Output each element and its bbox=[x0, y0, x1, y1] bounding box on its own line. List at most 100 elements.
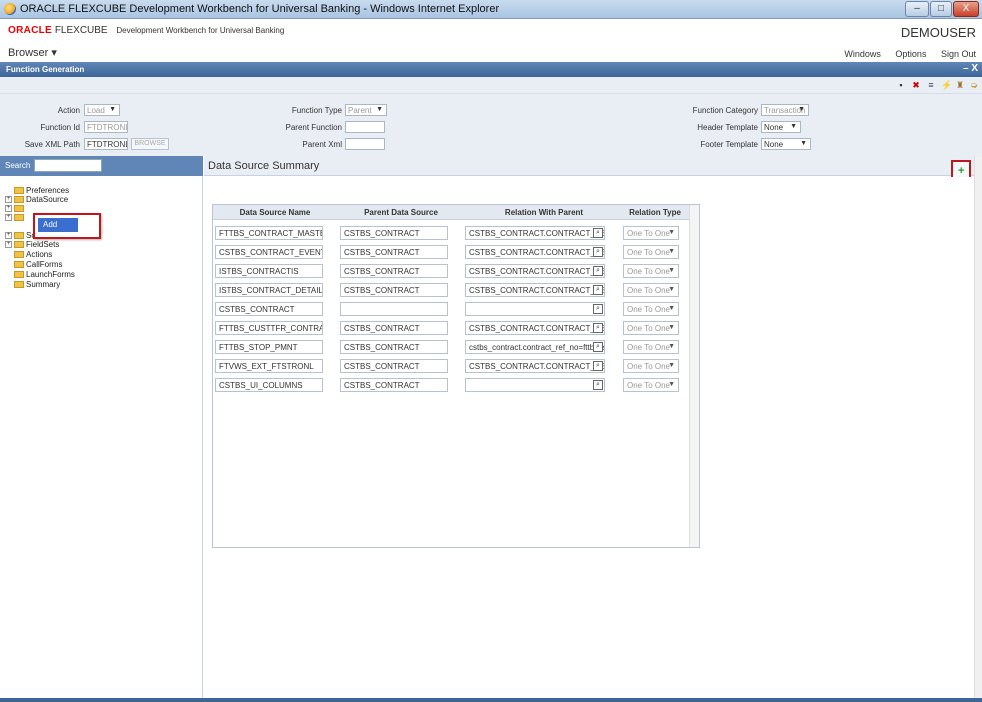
footer-template-select[interactable]: None ▼ bbox=[761, 138, 811, 150]
relation-with-parent-field[interactable]: CSTBS_CONTRACT.CONTRACT_REF_NO=⌕ bbox=[465, 226, 605, 240]
list-icon[interactable]: ≡ bbox=[926, 80, 936, 90]
app-header: ORACLE FLEXCUBE Development Workbench fo… bbox=[0, 19, 982, 62]
relation-type-select[interactable]: One To One ▼ bbox=[623, 245, 679, 259]
relation-type-select[interactable]: One To One ▼ bbox=[623, 321, 679, 335]
lookup-icon[interactable]: ⌕ bbox=[593, 380, 603, 390]
relation-type-select[interactable]: One To One ▼ bbox=[623, 378, 679, 392]
tree-node-list-of-values[interactable]: + bbox=[5, 204, 26, 213]
lookup-icon[interactable]: ⌕ bbox=[593, 342, 603, 352]
lookup-icon[interactable]: ⌕ bbox=[593, 247, 603, 257]
data-source-name-field[interactable]: FTVWS_EXT_FTSTRONL bbox=[215, 359, 323, 373]
relation-with-parent-field[interactable]: CSTBS_CONTRACT.CONTRACT_REF_NO=⌕ bbox=[465, 264, 605, 278]
relation-type-select[interactable]: One To One ▼ bbox=[623, 226, 679, 240]
relation-with-parent-field[interactable]: ⌕ bbox=[465, 302, 605, 316]
col-data-source-name[interactable]: Data Source Name bbox=[213, 208, 337, 217]
parent-data-source-field[interactable]: CSTBS_CONTRACT bbox=[340, 245, 448, 259]
browse-button[interactable]: BROWSE bbox=[131, 138, 169, 150]
data-source-name-field[interactable]: CSTBS_CONTRACT bbox=[215, 302, 323, 316]
col-relation-with-parent[interactable]: Relation With Parent bbox=[465, 208, 623, 217]
function-type-select[interactable]: Parent ▼ bbox=[345, 104, 387, 116]
data-source-name-field[interactable]: FTTBS_CUSTTFR_CONTRACT_DTL bbox=[215, 321, 323, 335]
save-icon[interactable]: ▪ bbox=[896, 80, 906, 90]
parent-data-source-field[interactable]: CSTBS_CONTRACT bbox=[340, 283, 448, 297]
parent-function-field[interactable] bbox=[345, 121, 385, 133]
parent-data-source-field[interactable]: CSTBS_CONTRACT bbox=[340, 321, 448, 335]
header-template-select[interactable]: None ▼ bbox=[761, 121, 801, 133]
context-menu-add[interactable]: Add bbox=[38, 218, 78, 232]
col-parent-data-source[interactable]: Parent Data Source bbox=[337, 208, 465, 217]
data-source-name-field[interactable]: CSTBS_CONTRACT_EVENT_LOG bbox=[215, 245, 323, 259]
maximize-button[interactable]: □ bbox=[930, 1, 952, 17]
relation-type-select[interactable]: One To One ▼ bbox=[623, 283, 679, 297]
panel-minimize-close[interactable]: – X bbox=[963, 63, 978, 74]
lookup-icon[interactable]: ⌕ bbox=[593, 361, 603, 371]
relation-with-parent-field[interactable]: CSTBS_CONTRACT.CONTRACT_REF_NO⌕ bbox=[465, 283, 605, 297]
tree-node-preferences[interactable]: Preferences bbox=[14, 186, 69, 195]
delete-icon[interactable]: ✖ bbox=[911, 80, 921, 90]
lookup-icon[interactable]: ⌕ bbox=[593, 323, 603, 333]
function-generation-title: Function Generation bbox=[6, 65, 85, 74]
expand-icon[interactable]: + bbox=[5, 214, 12, 222]
search-bar: Search bbox=[0, 156, 203, 176]
table-row: ISTBS_CONTRACTIS CSTBS_CONTRACT CSTBS_CONT… bbox=[213, 262, 689, 281]
tree-node-summary[interactable]: Summary bbox=[14, 280, 60, 289]
parent-data-source-field[interactable]: CSTBS_CONTRACT bbox=[340, 359, 448, 373]
expand-icon[interactable]: + bbox=[5, 205, 12, 213]
context-menu: Add bbox=[33, 213, 101, 239]
nav-options[interactable]: Options bbox=[895, 49, 926, 59]
data-source-name-field[interactable]: ISTBS_CONTRACT_DETAILS bbox=[215, 283, 323, 297]
tree-node-fieldsets[interactable]: + FieldSets bbox=[5, 240, 59, 249]
close-button[interactable]: X bbox=[953, 1, 979, 17]
tree-node-actions[interactable]: Actions bbox=[14, 250, 52, 259]
search-input[interactable] bbox=[34, 159, 102, 172]
data-source-name-field[interactable]: FTTBS_STOP_PMNT bbox=[215, 340, 323, 354]
data-source-name-field[interactable]: FTTBS_CONTRACT_MASTER bbox=[215, 226, 323, 240]
page-scrollbar[interactable] bbox=[974, 156, 982, 698]
parent-data-source-field[interactable]: CSTBS_CONTRACT bbox=[340, 226, 448, 240]
save-xml-path-field[interactable]: FTDTRONL_R bbox=[84, 138, 128, 150]
tree-node-launchforms[interactable]: LaunchForms bbox=[14, 270, 75, 279]
relation-with-parent-field[interactable]: cstbs_contract.contract_ref_no=fttbs_sto… bbox=[465, 340, 605, 354]
expand-icon[interactable]: + bbox=[5, 241, 12, 249]
data-source-name-field[interactable]: CSTBS_UI_COLUMNS bbox=[215, 378, 323, 392]
relation-type-select[interactable]: One To One ▼ bbox=[623, 359, 679, 373]
user-name: DEMOUSER bbox=[900, 25, 976, 40]
data-source-name-field[interactable]: ISTBS_CONTRACTIS bbox=[215, 264, 323, 278]
lookup-icon[interactable]: ⌕ bbox=[593, 285, 603, 295]
minimize-button[interactable]: – bbox=[905, 1, 929, 17]
parent-xml-field[interactable] bbox=[345, 138, 385, 150]
parent-data-source-field[interactable]: CSTBS_CONTRACT bbox=[340, 378, 448, 392]
relation-type-select[interactable]: One To One ▼ bbox=[623, 302, 679, 316]
function-id-field[interactable]: FTDTRONL bbox=[84, 121, 128, 133]
tree-node-callforms[interactable]: CallForms bbox=[14, 260, 62, 269]
lookup-icon[interactable]: ⌕ bbox=[593, 228, 603, 238]
expand-icon[interactable]: + bbox=[5, 196, 12, 204]
deploy-icon[interactable]: ♜ bbox=[955, 80, 965, 90]
function-category-select[interactable]: Transaction ▼ bbox=[761, 104, 809, 116]
relation-with-parent-field[interactable]: CSTBS_CONTRACT.CONTRACT_REF_NO=⌕ bbox=[465, 245, 605, 259]
relation-type-select[interactable]: One To One ▼ bbox=[623, 340, 679, 354]
col-relation-type[interactable]: Relation Type bbox=[623, 208, 687, 217]
parent-function-label: Parent Function bbox=[285, 123, 342, 132]
nav-sign-out[interactable]: Sign Out bbox=[941, 49, 976, 59]
action-select[interactable]: Load ▼ bbox=[84, 104, 120, 116]
relation-with-parent-field[interactable]: ⌕ bbox=[465, 378, 605, 392]
folder-icon bbox=[14, 232, 24, 240]
parent-data-source-field[interactable]: CSTBS_CONTRACT bbox=[340, 340, 448, 354]
relation-type-select[interactable]: One To One ▼ bbox=[623, 264, 679, 278]
relation-with-parent-field[interactable]: CSTBS_CONTRACT.CONTRACT_REF_NO=⌕ bbox=[465, 359, 605, 373]
nav-windows[interactable]: Windows bbox=[844, 49, 881, 59]
tree-node-blocks[interactable]: + bbox=[5, 213, 26, 222]
parent-data-source-field[interactable]: CSTBS_CONTRACT bbox=[340, 264, 448, 278]
generate-icon[interactable]: ⚡ bbox=[941, 80, 952, 90]
grid-scrollbar[interactable] bbox=[689, 205, 699, 547]
expand-icon[interactable]: + bbox=[5, 232, 12, 240]
lookup-icon[interactable]: ⌕ bbox=[593, 266, 603, 276]
tree-node-datasource[interactable]: + DataSource bbox=[5, 195, 68, 204]
table-row: FTTBS_CUSTTFR_CONTRACT_DTL CSTBS_CONTRACT… bbox=[213, 319, 689, 338]
parent-data-source-field[interactable] bbox=[340, 302, 448, 316]
relation-with-parent-field[interactable]: CSTBS_CONTRACT.CONTRACT_REF_NO=⌕ bbox=[465, 321, 605, 335]
exit-icon[interactable]: ➭ bbox=[969, 80, 979, 90]
browser-menu[interactable]: Browser ▾ bbox=[8, 46, 57, 59]
lookup-icon[interactable]: ⌕ bbox=[593, 304, 603, 314]
